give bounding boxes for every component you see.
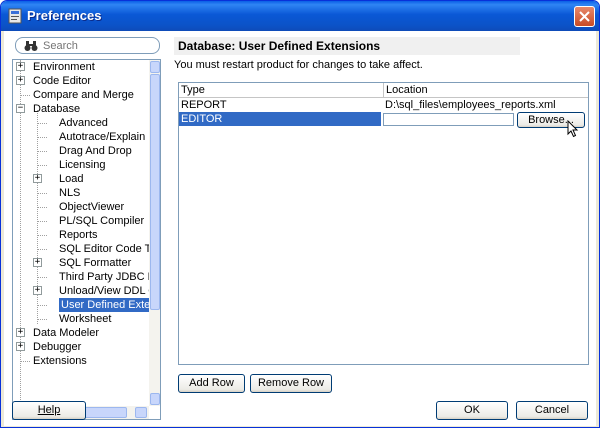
expand-icon[interactable]: + — [33, 286, 42, 295]
binoculars-icon — [24, 41, 38, 51]
tree-item-licensing[interactable]: Licensing — [33, 158, 105, 172]
tree-item-debugger[interactable]: + Debugger — [16, 340, 81, 354]
tree-item-code-editor[interactable]: + Code Editor — [16, 74, 91, 88]
column-header-type[interactable]: Type — [179, 83, 383, 98]
column-header-location[interactable]: Location — [383, 83, 588, 98]
expand-icon[interactable]: + — [16, 76, 25, 85]
tree-item-objectviewer[interactable]: ObjectViewer — [33, 200, 124, 214]
search-input[interactable] — [43, 39, 153, 52]
close-button[interactable] — [574, 6, 595, 27]
tree-item-third-party-jdbc[interactable]: Third Party JDBC Driver — [33, 270, 149, 284]
scroll-right-arrow[interactable] — [135, 407, 147, 418]
tree-item-sql-editor-code-templates[interactable]: SQL Editor Code Templa — [33, 242, 149, 256]
type-cell[interactable]: EDITOR — [179, 112, 381, 126]
tree-vertical-scrollbar[interactable] — [149, 60, 160, 406]
preferences-navigator: + Environment + Code Editor Compare and … — [12, 59, 161, 420]
tree-item-environment[interactable]: + Environment — [16, 60, 95, 74]
expand-icon[interactable]: + — [16, 62, 25, 71]
add-row-button[interactable]: Add Row — [178, 374, 245, 393]
ok-button[interactable]: OK — [436, 401, 508, 420]
tree-item-plsql-compiler[interactable]: PL/SQL Compiler — [33, 214, 144, 228]
title-bar[interactable]: Preferences — [1, 1, 599, 31]
search-box[interactable] — [15, 37, 160, 54]
expand-icon[interactable]: + — [16, 342, 25, 351]
remove-row-button[interactable]: Remove Row — [250, 374, 332, 393]
tree-item-database[interactable]: − Database — [16, 102, 80, 116]
tree-item-worksheet[interactable]: Worksheet — [33, 312, 111, 326]
dialog-content: + Environment + Code Editor Compare and … — [4, 31, 596, 426]
preferences-app-icon — [8, 8, 22, 24]
tree-item-load[interactable]: + Load — [33, 172, 83, 186]
location-input[interactable] — [383, 113, 514, 126]
tree-item-autotrace[interactable]: Autotrace/Explain Plan — [33, 130, 149, 144]
scroll-up-arrow[interactable] — [150, 61, 160, 73]
expand-icon[interactable]: + — [33, 174, 42, 183]
table-row[interactable]: REPORT D:\sql_files\employees_reports.xm… — [179, 98, 588, 112]
tree-item-compare-and-merge[interactable]: Compare and Merge — [16, 88, 134, 102]
preferences-tree: + Environment + Code Editor Compare and … — [13, 60, 149, 406]
tree-item-data-modeler[interactable]: + Data Modeler — [16, 326, 99, 340]
tree-item-extensions[interactable]: Extensions — [16, 354, 87, 368]
expand-icon[interactable]: + — [33, 258, 42, 267]
cancel-button[interactable]: Cancel — [516, 401, 588, 420]
help-label: Help — [37, 404, 61, 416]
tree-item-unload-view-ddl[interactable]: + Unload/View DDL Optior — [33, 284, 149, 298]
location-cell[interactable]: D:\sql_files\employees_reports.xml — [383, 98, 588, 112]
preferences-window: Preferences + — [0, 0, 600, 428]
tree-item-reports[interactable]: Reports — [33, 228, 98, 242]
tree-item-advanced[interactable]: Advanced — [33, 116, 108, 130]
close-icon — [579, 11, 590, 22]
extensions-table: Type Location REPORT D:\sql_files\employ… — [178, 82, 589, 365]
page-title: Database: User Defined Extensions — [174, 37, 520, 55]
expand-icon[interactable]: + — [16, 328, 25, 337]
tree-item-user-defined-extensions[interactable]: User Defined Extension — [33, 298, 149, 312]
help-button[interactable]: Help — [12, 401, 86, 420]
tree-item-drag-and-drop[interactable]: Drag And Drop — [33, 144, 132, 158]
table-row-selected[interactable]: EDITOR Browse... — [179, 112, 588, 128]
collapse-icon[interactable]: − — [16, 104, 25, 113]
table-header: Type Location — [179, 83, 588, 98]
restart-message: You must restart product for changes to … — [174, 59, 423, 71]
scroll-down-arrow[interactable] — [150, 393, 160, 405]
tree-item-nls[interactable]: NLS — [33, 186, 80, 200]
type-cell[interactable]: REPORT — [179, 98, 383, 112]
mouse-cursor-icon — [567, 120, 579, 138]
scroll-thumb[interactable] — [150, 74, 160, 310]
tree-item-sql-formatter[interactable]: + SQL Formatter — [33, 256, 131, 270]
window-title: Preferences — [27, 8, 102, 23]
